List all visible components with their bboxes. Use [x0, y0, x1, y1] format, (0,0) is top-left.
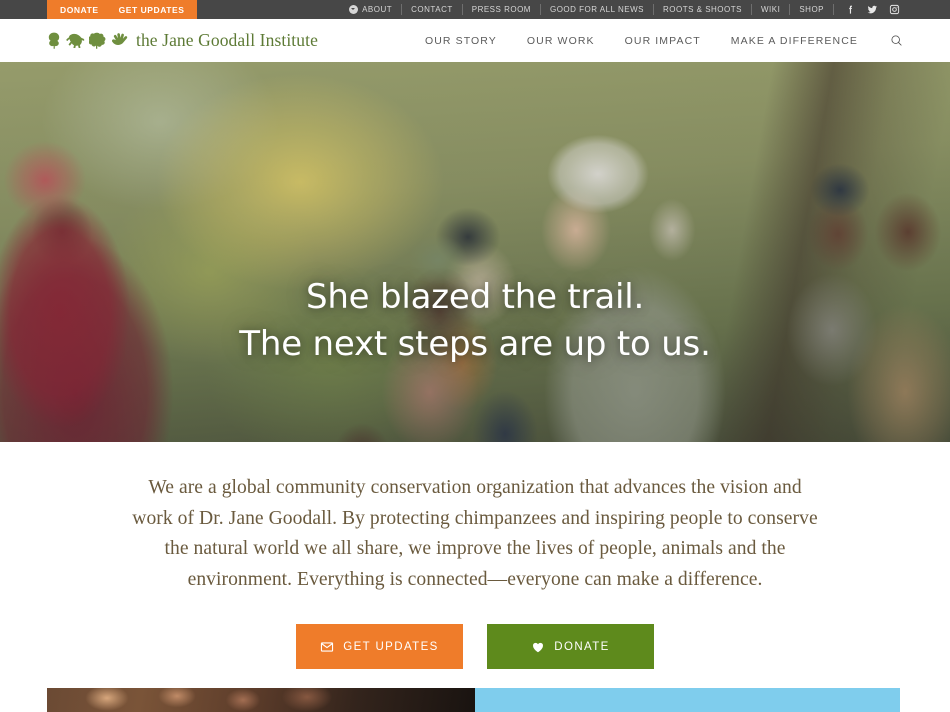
util-link-roots-and-shoots[interactable]: ROOTS & SHOOTS [654, 5, 751, 14]
twitter-icon[interactable] [867, 4, 878, 15]
next-section-preview [0, 688, 950, 712]
search-button[interactable] [873, 34, 903, 47]
site-header: the Jane Goodall Institute OUR STORY OUR… [0, 19, 950, 62]
strip-photo-tile[interactable] [47, 688, 475, 712]
chimpanzee-icon [66, 33, 85, 48]
site-logo[interactable]: the Jane Goodall Institute [47, 30, 318, 51]
main-navigation: OUR STORY OUR WORK OUR IMPACT MAKE A DIF… [410, 34, 950, 47]
search-icon [891, 35, 902, 46]
envelope-icon [321, 641, 334, 652]
utility-links: ABOUT CONTACT PRESS ROOM GOOD FOR ALL NE… [340, 0, 950, 19]
top-utility-bar: DONATE GET UPDATES ABOUT CONTACT PRESS R… [0, 0, 950, 19]
mission-statement: We are a global community conservation o… [132, 477, 818, 590]
donate-button-label: DONATE [554, 640, 610, 653]
strip-blue-panel[interactable] [475, 688, 900, 712]
strip-right-gutter [900, 688, 950, 712]
nav-item-our-story[interactable]: OUR STORY [410, 35, 512, 47]
nav-item-make-a-difference[interactable]: MAKE A DIFFERENCE [716, 35, 873, 47]
topbar-donate-tab[interactable]: DONATE [60, 5, 99, 15]
get-updates-button[interactable]: GET UPDATES [296, 624, 463, 669]
topbar-left-gutter [0, 0, 47, 19]
hero-banner: She blazed the trail. The next steps are… [0, 62, 950, 442]
social-links [834, 4, 900, 15]
util-link-contact[interactable]: CONTACT [402, 5, 462, 14]
tree-icon [48, 32, 60, 49]
get-updates-button-label: GET UPDATES [343, 640, 439, 653]
logo-icon-group [47, 32, 128, 49]
util-link-about[interactable]: ABOUT [340, 5, 401, 14]
leaf-icon [89, 32, 106, 49]
donate-button[interactable]: DONATE [487, 624, 654, 669]
util-link-good-for-all-news[interactable]: GOOD FOR ALL NEWS [541, 5, 653, 14]
hero-overlay [0, 62, 950, 442]
hand-icon [112, 33, 128, 46]
strip-left-gutter [0, 688, 47, 712]
logo-text: the Jane Goodall Institute [136, 30, 318, 50]
nav-item-our-impact[interactable]: OUR IMPACT [610, 35, 716, 47]
hero-headline: She blazed the trail. The next steps are… [0, 274, 950, 368]
nav-item-our-work[interactable]: OUR WORK [512, 35, 610, 47]
util-link-press-room[interactable]: PRESS ROOM [463, 5, 540, 14]
cta-button-row: GET UPDATES DONATE [0, 624, 950, 669]
hero-headline-line-2: The next steps are up to us. [239, 324, 711, 364]
heart-icon [533, 642, 544, 652]
instagram-icon[interactable] [889, 4, 900, 15]
util-link-shop[interactable]: SHOP [790, 5, 833, 14]
facebook-icon[interactable] [845, 4, 856, 15]
chevron-down-circle-icon [349, 5, 359, 14]
util-link-wiki[interactable]: WIKI [752, 5, 789, 14]
util-link-about-label: ABOUT [362, 5, 393, 14]
topbar-get-updates-tab[interactable]: GET UPDATES [119, 5, 185, 15]
intro-section: We are a global community conservation o… [0, 442, 950, 669]
promo-tabs: DONATE GET UPDATES [47, 0, 198, 19]
hero-headline-line-1: She blazed the trail. [305, 277, 645, 317]
